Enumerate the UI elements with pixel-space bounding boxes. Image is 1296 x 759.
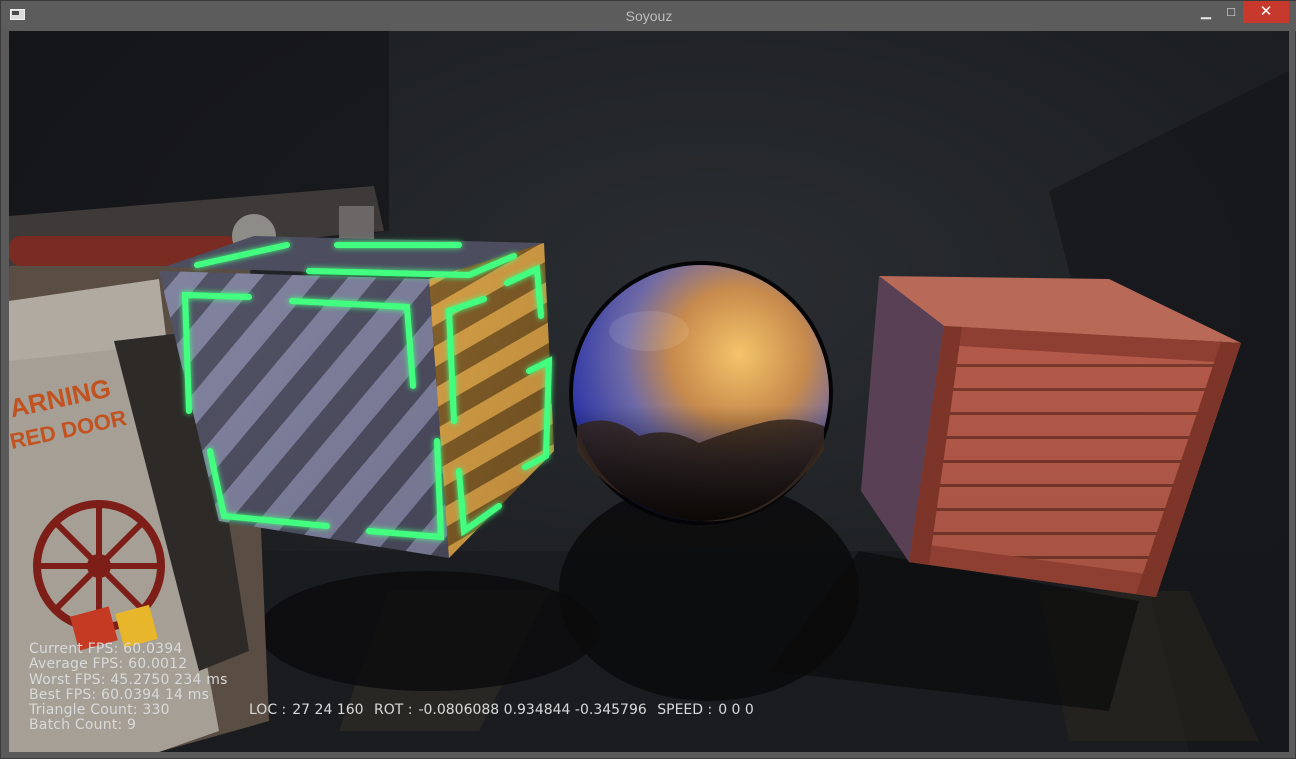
rot-label: ROT : — [373, 702, 413, 718]
best-fps: Best FPS: 60.0394 14 ms — [29, 686, 210, 703]
current-fps: Current FPS: 60.0394 — [29, 641, 183, 657]
app-window: Soyouz ▁ □ ✕ ARNING RED DOOR Current FPS… — [0, 0, 1296, 759]
rot-value: -0.0806088 0.934844 -0.345796 — [418, 702, 647, 718]
loc-label: LOC : — [249, 702, 287, 718]
title-bar[interactable]: Soyouz ▁ □ ✕ — [1, 1, 1296, 31]
camera-readout: LOC : 27 24 160 ROT : -0.0806088 0.934844 … — [249, 702, 760, 718]
reflective-sphere — [569, 261, 833, 525]
worst-fps: Worst FPS: 45.2750 234 ms — [29, 671, 228, 688]
performance-stats: Current FPS: 60.0394 Average FPS: 60.001… — [29, 641, 228, 734]
speed-label: SPEED : — [657, 702, 713, 718]
average-fps: Average FPS: 60.0012 — [29, 656, 188, 673]
render-viewport[interactable]: ARNING RED DOOR Current FPS: 60.0394 Ave… — [9, 31, 1289, 752]
neon-cube — [159, 236, 554, 558]
maximize-button[interactable]: □ — [1219, 1, 1243, 23]
speed-value: 0 0 0 — [718, 702, 754, 718]
loc-value: 27 24 160 — [292, 702, 364, 718]
close-button[interactable]: ✕ — [1243, 1, 1289, 23]
window-title: Soyouz — [625, 8, 673, 24]
cube-shadow — [259, 571, 599, 691]
batch-count: Batch Count: 9 — [29, 717, 137, 734]
minimize-button[interactable]: ▁ — [1193, 1, 1219, 23]
triangle-count: Triangle Count: 330 — [29, 702, 170, 719]
